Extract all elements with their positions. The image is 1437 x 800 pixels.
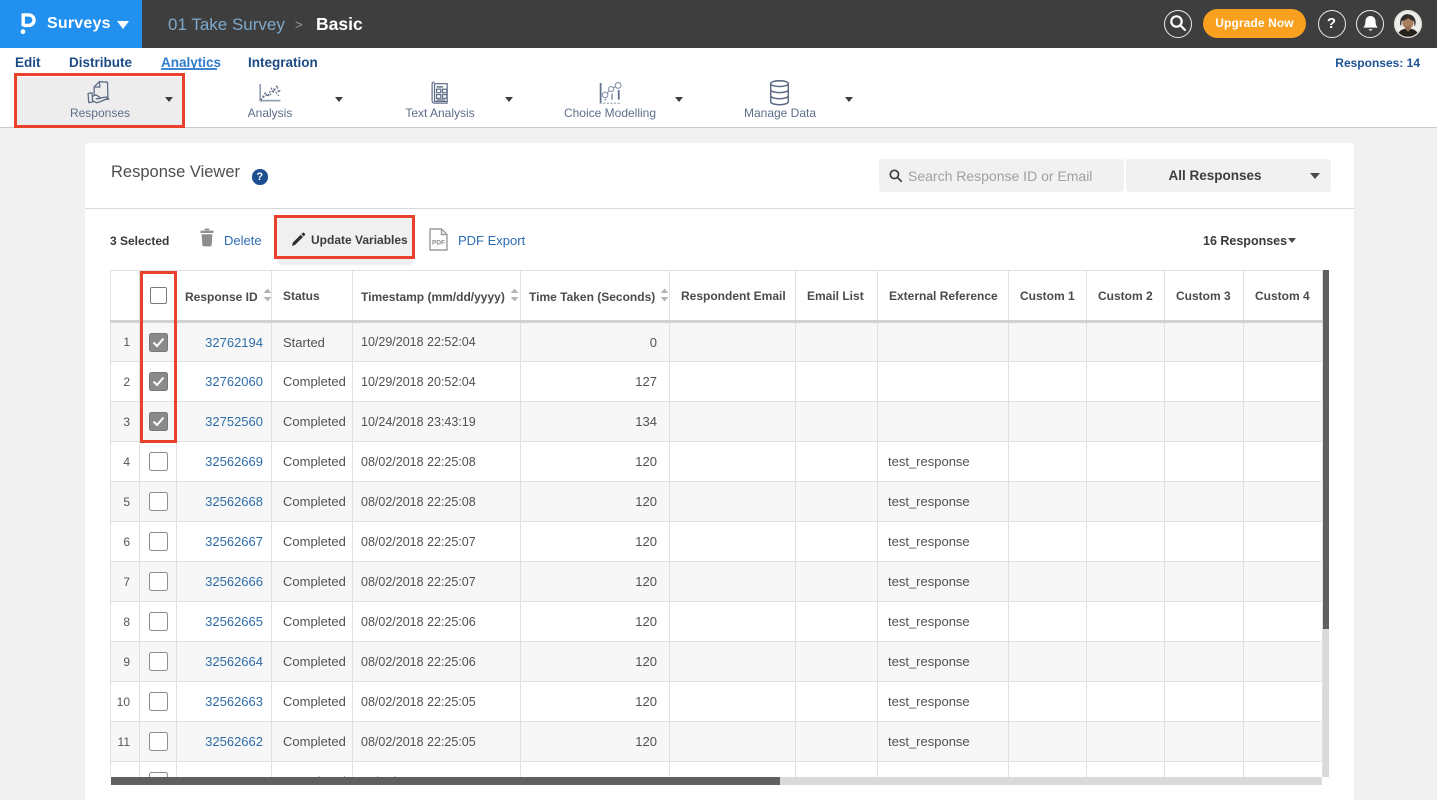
svg-text:PDF: PDF: [432, 240, 445, 247]
